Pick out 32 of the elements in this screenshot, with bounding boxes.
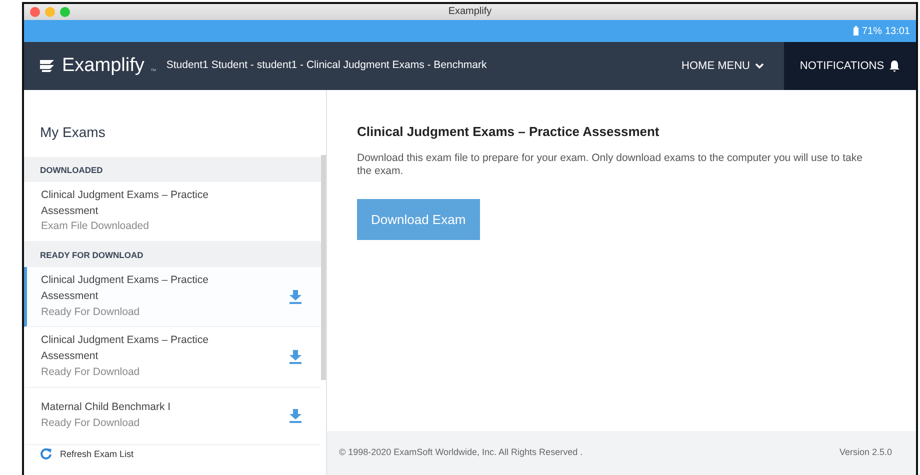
exam-list-item[interactable]: Clinical Judgment Exams – Practice Assessment Ready For Download bbox=[24, 327, 320, 388]
chevron-down-icon bbox=[755, 63, 764, 69]
notifications-button[interactable]: NOTIFICATIONS bbox=[784, 42, 916, 90]
brand-name: Examplify bbox=[62, 54, 144, 78]
version-text: Version 2.5.0 bbox=[839, 446, 892, 460]
sidebar-title: My Exams bbox=[40, 124, 106, 141]
exam-status: Ready For Download bbox=[41, 364, 141, 380]
exam-title: Clinical Judgment Exams – Practice Assessment bbox=[41, 273, 210, 304]
exam-list-item[interactable]: Clinical Judgment Exams – Practice Assessment Ready For Download bbox=[24, 267, 320, 328]
battery-level: 71% bbox=[862, 24, 882, 38]
copyright-text: © 1998-2020 ExamSoft Worldwide, Inc. All Rights Reserved . bbox=[339, 446, 583, 460]
exam-list-item[interactable]: Maternal Child Benchmark I Ready For Download bbox=[24, 388, 320, 445]
exam-status: Exam File Downloaded bbox=[41, 219, 150, 234]
battery-icon bbox=[852, 26, 859, 36]
exam-title: Clinical Judgment Exams – Practice Assessment bbox=[41, 333, 210, 364]
bell-icon bbox=[889, 60, 900, 72]
description-text: Download this exam file to prepare for your exam. Only download exams to the computer you will use to take the exam. bbox=[357, 152, 864, 179]
download-icon[interactable] bbox=[289, 290, 302, 304]
download-icon[interactable] bbox=[289, 350, 302, 364]
logo-icon bbox=[38, 59, 56, 73]
exam-status: Ready For Download bbox=[41, 304, 141, 320]
exam-title: Clinical Judgment Exams – Practice Assessment bbox=[41, 188, 210, 219]
window-title: Examplify bbox=[448, 6, 492, 17]
exam-status: Ready For Download bbox=[41, 416, 141, 431]
refresh-icon bbox=[40, 448, 52, 460]
breadcrumb-text: Student1 Student - student1 - Clinical Judgment Exams - Benchmark bbox=[166, 58, 487, 74]
refresh-button[interactable]: Refresh Exam List bbox=[40, 448, 326, 461]
exam-title: Maternal Child Benchmark I bbox=[41, 400, 172, 415]
clock: 13:01 bbox=[884, 24, 910, 38]
download-icon[interactable] bbox=[289, 408, 302, 423]
home-menu-button[interactable]: HOME MENU bbox=[662, 58, 784, 74]
exam-heading: Clinical Judgment Exams – Practice Assessment bbox=[357, 124, 660, 140]
